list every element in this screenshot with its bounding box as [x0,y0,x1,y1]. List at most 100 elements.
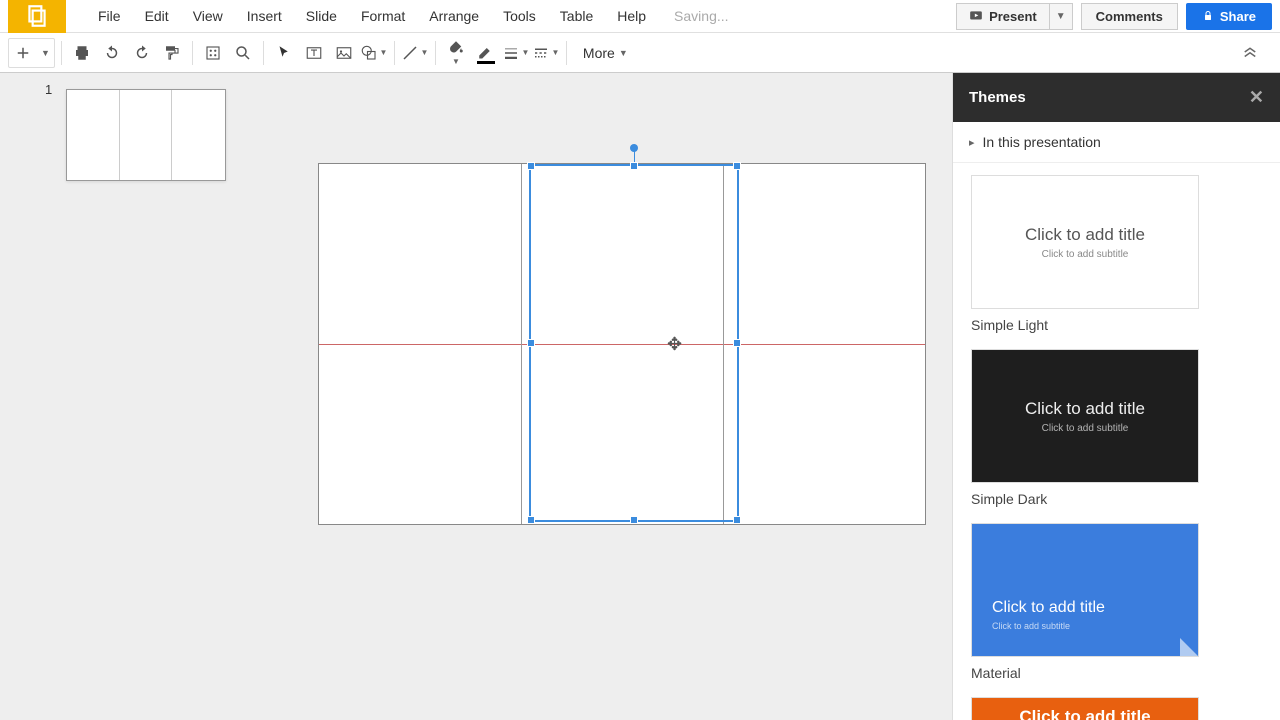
theme-preview-subtitle: Click to add subtitle [1042,423,1129,434]
handle-ne[interactable] [733,162,741,170]
theme-simple-light[interactable]: Click to add title Click to add subtitle [971,175,1199,309]
themes-section-label: In this presentation [983,134,1101,150]
column-guide-1 [521,164,522,524]
image-tool[interactable] [330,39,358,67]
handle-sw[interactable] [527,516,535,524]
handle-s[interactable] [630,516,638,524]
shape-tool[interactable]: ▼ [360,39,388,67]
redo-button[interactable] [128,39,156,67]
new-slide-button[interactable] [9,39,37,67]
line-weight-icon [502,44,520,62]
zoom-icon [234,44,252,62]
theme-simple-dark[interactable]: Click to add title Click to add subtitle [971,349,1199,483]
pencil-icon [477,42,495,60]
new-slide-group: ▼ [8,38,55,68]
canvas[interactable]: ✥ [292,73,952,720]
theme-name-label: Simple Dark [971,491,1262,507]
line-weight-button[interactable]: ▼ [502,39,530,67]
paint-roller-icon [163,44,181,62]
zoom-fit-button[interactable] [199,39,227,67]
chevron-double-up-icon [1240,46,1260,58]
fill-color-button[interactable]: ▼ [442,39,470,67]
menu-bar: File Edit View Insert Slide Format Arran… [0,0,1280,33]
thumb-preview [67,90,225,180]
more-label: More [583,45,615,61]
textbox-tool[interactable] [300,39,328,67]
rotate-handle[interactable] [630,144,638,152]
menu-arrange[interactable]: Arrange [417,2,491,30]
paint-format-button[interactable] [158,39,186,67]
theme-preview-subtitle: Click to add subtitle [1042,249,1129,260]
close-themes-button[interactable]: ✕ [1249,87,1264,108]
present-button[interactable]: Present [956,3,1050,30]
select-tool[interactable] [270,39,298,67]
handle-se[interactable] [733,516,741,524]
app-logo[interactable] [8,0,66,33]
saving-status: Saving... [658,2,744,30]
theme-preview-subtitle: Click to add subtitle [992,621,1070,631]
themes-title: Themes [969,89,1026,106]
thumb-number: 1 [45,82,52,97]
themes-section-toggle[interactable]: ▸ In this presentation [953,122,1280,163]
slide[interactable]: ✥ [318,163,926,525]
theme-preview-title: Click to add title [1025,225,1145,245]
fold-icon [1180,638,1198,656]
themes-header: Themes ✕ [953,73,1280,122]
present-label: Present [989,9,1037,24]
zoom-button[interactable] [229,39,257,67]
line-color-button[interactable] [472,39,500,67]
selection-box[interactable] [529,164,739,522]
handle-w[interactable] [527,339,535,347]
theme-material[interactable]: Click to add title Click to add subtitle [971,523,1199,657]
share-label: Share [1220,9,1256,24]
share-button[interactable]: Share [1186,3,1272,30]
line-tool[interactable]: ▼ [401,39,429,67]
comments-button[interactable]: Comments [1081,3,1178,30]
menu-tools[interactable]: Tools [491,2,548,30]
slide-thumb-1[interactable]: 1 [66,89,226,181]
new-slide-dropdown[interactable]: ▼ [37,48,54,58]
plus-icon [14,44,32,62]
menu-edit[interactable]: Edit [133,2,181,30]
redo-icon [133,44,151,62]
menu-format[interactable]: Format [349,2,417,30]
theme-accent[interactable]: Click to add title [971,697,1199,720]
toolbar: ▼ ▼ ▼ ▼ ▼ ▼ More▼ [0,33,1280,73]
present-dropdown[interactable]: ▼ [1050,3,1073,30]
workspace: 1 ✥ Themes ✕ [0,73,1280,720]
theme-preview-title: Click to add title [1019,707,1150,720]
menu-file[interactable]: File [86,2,133,30]
menu-insert[interactable]: Insert [235,2,294,30]
shape-icon [360,44,378,62]
fill-icon [447,39,465,57]
undo-button[interactable] [98,39,126,67]
chevron-right-icon: ▸ [969,136,975,149]
themes-panel: Themes ✕ ▸ In this presentation Click to… [952,73,1280,720]
line-dash-icon [532,44,550,62]
handle-e[interactable] [733,339,741,347]
present-group: Present ▼ [956,3,1073,30]
theme-name-label: Simple Light [971,317,1262,333]
lock-icon [1202,10,1214,22]
line-icon [401,44,419,62]
more-button[interactable]: More▼ [573,45,638,61]
theme-preview-title: Click to add title [1025,399,1145,419]
image-icon [335,44,353,62]
handle-nw[interactable] [527,162,535,170]
textbox-icon [305,44,323,62]
theme-name-label: Material [971,665,1262,681]
menu-help[interactable]: Help [605,2,658,30]
menu-table[interactable]: Table [548,2,605,30]
print-icon [73,44,91,62]
menu-list: File Edit View Insert Slide Format Arran… [86,2,658,30]
handle-n[interactable] [630,162,638,170]
line-dash-button[interactable]: ▼ [532,39,560,67]
menu-slide[interactable]: Slide [294,2,349,30]
collapse-toolbar-button[interactable] [1228,45,1272,61]
print-button[interactable] [68,39,96,67]
menu-view[interactable]: View [181,2,235,30]
theme-preview-title: Click to add title [992,599,1105,617]
cursor-icon [275,44,293,62]
move-cursor-icon: ✥ [667,334,682,355]
undo-icon [103,44,121,62]
